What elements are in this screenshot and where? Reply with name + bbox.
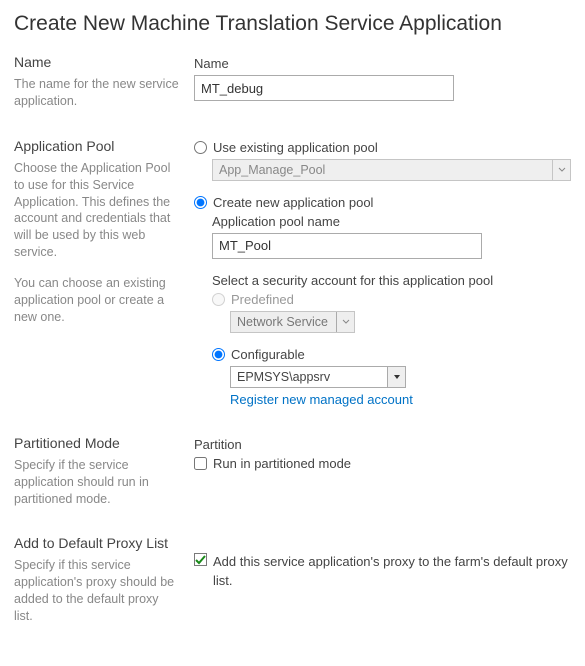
configurable-select[interactable]: EPMSYS\appsrv	[230, 366, 406, 388]
predefined-label: Predefined	[231, 292, 294, 307]
existing-pool-select[interactable]: App_Manage_Pool	[212, 159, 571, 181]
partition-checkbox-label: Run in partitioned mode	[213, 456, 351, 471]
name-desc: The name for the new service application…	[14, 76, 180, 110]
predefined-radio[interactable]	[212, 293, 225, 306]
use-existing-radio[interactable]	[194, 141, 207, 154]
register-account-link[interactable]: Register new managed account	[230, 392, 413, 407]
name-heading: Name	[14, 54, 180, 70]
create-new-label: Create new application pool	[213, 195, 373, 210]
configurable-value: EPMSYS\appsrv	[237, 370, 387, 384]
configurable-radio-row: Configurable	[212, 347, 571, 362]
use-existing-radio-row: Use existing application pool	[194, 140, 571, 155]
partition-checkbox[interactable]	[194, 457, 207, 470]
existing-pool-value: App_Manage_Pool	[213, 160, 552, 180]
security-account-label: Select a security account for this appli…	[212, 273, 571, 288]
pool-desc-1: Choose the Application Pool to use for t…	[14, 160, 180, 261]
proxy-checkbox-row: Add this service application's proxy to …	[194, 553, 571, 591]
pool-desc-2: You can choose an existing application p…	[14, 275, 180, 326]
section-proxy: Add to Default Proxy List Specify if thi…	[14, 535, 571, 625]
proxy-heading: Add to Default Proxy List	[14, 535, 180, 551]
create-new-radio[interactable]	[194, 196, 207, 209]
partition-label: Partition	[194, 437, 571, 452]
proxy-checkbox-label: Add this service application's proxy to …	[213, 553, 571, 591]
section-partitioned-mode: Partitioned Mode Specify if the service …	[14, 435, 571, 508]
partition-desc: Specify if the service application shoul…	[14, 457, 180, 508]
checkmark-icon	[195, 554, 206, 565]
section-application-pool: Application Pool Choose the Application …	[14, 138, 571, 407]
use-existing-label: Use existing application pool	[213, 140, 378, 155]
configurable-label: Configurable	[231, 347, 305, 362]
create-new-radio-row: Create new application pool	[194, 195, 571, 210]
chevron-down-icon	[552, 160, 570, 180]
pool-name-input[interactable]	[212, 233, 482, 259]
pool-name-label: Application pool name	[212, 214, 571, 229]
predefined-value: Network Service	[237, 315, 336, 329]
name-label: Name	[194, 56, 571, 71]
predefined-radio-row: Predefined	[212, 292, 571, 307]
proxy-desc: Specify if this service application's pr…	[14, 557, 180, 625]
section-name: Name The name for the new service applic…	[14, 54, 571, 110]
partition-heading: Partitioned Mode	[14, 435, 180, 451]
configurable-radio[interactable]	[212, 348, 225, 361]
predefined-select[interactable]: Network Service	[230, 311, 355, 333]
name-input[interactable]	[194, 75, 454, 101]
pool-heading: Application Pool	[14, 138, 180, 154]
proxy-checkbox[interactable]	[194, 553, 207, 566]
page-title: Create New Machine Translation Service A…	[14, 12, 571, 36]
chevron-down-icon	[336, 312, 354, 332]
chevron-down-icon	[387, 367, 405, 387]
partition-checkbox-row: Run in partitioned mode	[194, 456, 571, 471]
